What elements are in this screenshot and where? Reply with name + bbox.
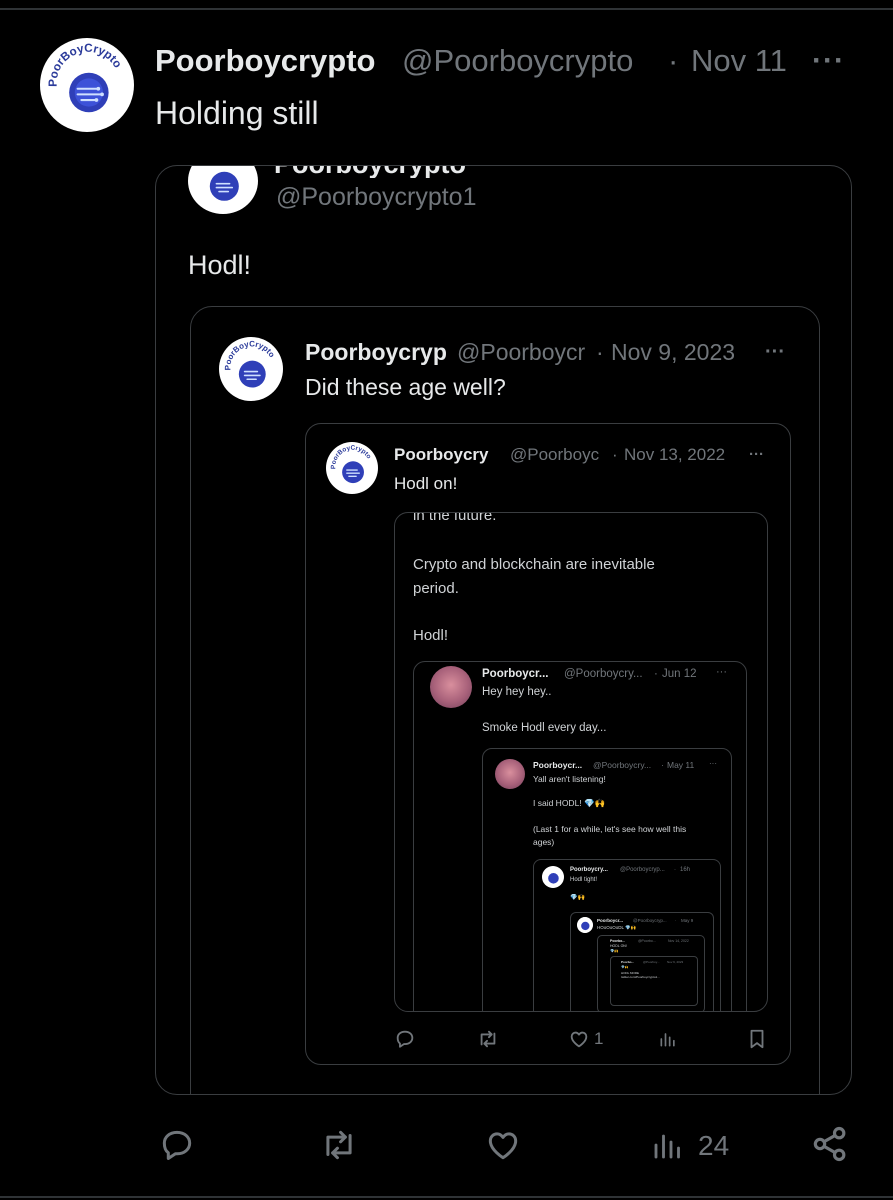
- quote2-avatar: PoorBoyCrypto: [219, 337, 283, 401]
- quoted-tweet-9: Poorbo... @Poorbo... Nov 14, 2022 HODL O…: [597, 935, 705, 1011]
- author-avatar[interactable]: PoorBoyCrypto: [40, 38, 134, 132]
- quoted-tweet-2[interactable]: PoorBoyCrypto Poorboycryp @Poorboycr · N…: [190, 306, 820, 1094]
- quote2-handle: @Poorboycr: [457, 339, 586, 365]
- quote2-more-icon: ···: [765, 341, 785, 363]
- quote9-line2: 💎🙌: [610, 949, 619, 953]
- reply-icon[interactable]: [394, 1028, 416, 1050]
- views-count: 24: [698, 1130, 730, 1161]
- like-icon[interactable]: [484, 1126, 522, 1164]
- quote6-line1: Yall aren't listening!: [533, 774, 606, 784]
- quote10-line3: twitter.com/Poorboycrypto1...: [621, 975, 660, 979]
- quote5-handle: @Poorboycry...: [564, 668, 643, 680]
- quote6-line2: I said HODL! 💎🙌: [533, 798, 606, 808]
- monkey-avatar-icon: [495, 759, 525, 789]
- retweet-icon[interactable]: [318, 1126, 360, 1164]
- quote6-more-icon: ···: [709, 759, 717, 768]
- quote4-line3: period.: [413, 580, 459, 597]
- quote8-avatar: [577, 917, 593, 933]
- quoted-tweet-6: Poorboycr... @Poorboycry... · May 11 ···…: [482, 748, 732, 1011]
- quote6-display-name: Poorboycr...: [533, 760, 583, 770]
- quote4-line-clipped: in the future.: [413, 512, 497, 524]
- quote4-line4: Hodl!: [413, 627, 449, 644]
- quote2-display-name: Poorboycryp: [305, 339, 447, 365]
- quote8-display-name: Poorboycr...: [597, 918, 624, 923]
- tweet-text: Holding still: [155, 95, 319, 131]
- quote10-date: Nov 9, 2023: [667, 960, 684, 964]
- quote3-avatar: PoorBoyCrypto: [326, 442, 378, 494]
- monkey-avatar-icon: [430, 666, 472, 708]
- tweet-date[interactable]: Nov 11: [691, 42, 787, 80]
- quote8-line1: HOoOoOoDL 💎🙌: [597, 925, 637, 930]
- author-handle[interactable]: @Poorboycrypto: [402, 42, 664, 80]
- quoted-tweet-7: Poorboycry... @Poorboycryp... · 16h Hodl…: [533, 859, 721, 1011]
- quote6-line4: ages): [533, 837, 555, 847]
- quote7-handle: @Poorboycryp...: [620, 867, 665, 873]
- quote6-line3: (Last 1 for a while, let's see how well …: [533, 824, 687, 834]
- quote6-date: May 11: [667, 760, 695, 770]
- quote9-date: Nov 14, 2022: [668, 939, 689, 943]
- bookmark-icon[interactable]: [746, 1028, 768, 1050]
- quote1-display-name-clipped: Poorboycrypto: [274, 166, 574, 178]
- quote7-separator: ·: [674, 867, 676, 873]
- quote2-text: Did these age well?: [305, 374, 506, 400]
- quote3-text: Hodl on!: [394, 474, 458, 493]
- quote3-date: Nov 13, 2022: [624, 445, 726, 464]
- quote5-line1: Hey hey hey..: [482, 686, 552, 698]
- quote10-display-name: Poorbo...: [621, 960, 634, 964]
- quote7-avatar: [542, 866, 564, 888]
- quote3-display-name: Poorboycry: [394, 445, 489, 464]
- poorboycrypto-logo-icon: PoorBoyCrypto: [326, 442, 378, 494]
- quoted-tweet-10: Poorbo... @Poorboy... Nov 9, 2023 💎🙌 HOD…: [610, 956, 698, 1006]
- quote1-handle: @Poorboycrypto1: [276, 183, 477, 211]
- quote7-line2: 💎🙌: [570, 895, 585, 901]
- quote3-like-count: 1: [594, 1029, 604, 1048]
- like-icon[interactable]: [568, 1028, 590, 1050]
- quote5-more-icon: ···: [716, 666, 727, 678]
- quote3-more-icon: ···: [749, 446, 764, 463]
- quoted-tweet-4: in the future. Crypto and blockchain are…: [394, 512, 768, 1012]
- poorboycrypto-logo-icon: [190, 166, 256, 214]
- quote8-separator: ·: [675, 918, 677, 923]
- top-divider: [0, 8, 893, 10]
- poorboycrypto-logo-icon: [542, 866, 564, 888]
- quote10-handle: @Poorboy...: [643, 960, 660, 964]
- quote1-avatar: [188, 166, 258, 214]
- quote1-text: Hodl!: [188, 250, 252, 280]
- quote6-handle: @Poorboycry...: [593, 760, 652, 770]
- quote5-date: Jun 12: [662, 668, 697, 680]
- quote5-separator: ·: [654, 668, 658, 680]
- quote10-line1: 💎🙌: [621, 965, 629, 969]
- quote3-separator: ·: [612, 445, 618, 464]
- more-options-button[interactable]: ···: [812, 42, 845, 80]
- quote5-line2: Smoke Hodl every day...: [482, 722, 607, 734]
- quoted-tweet-5: Poorboycr... @Poorboycry... · Jun 12 ···…: [413, 661, 747, 1011]
- quote5-display-name: Poorboycr...: [482, 668, 549, 680]
- quote8-handle: @Poorboycryp...: [633, 918, 667, 923]
- reply-icon[interactable]: [158, 1126, 196, 1164]
- quoted-tweet-3[interactable]: PoorBoyCrypto Poorboycry @Poorboyc · Nov…: [305, 423, 791, 1065]
- author-display-name[interactable]: Poorboycrypto: [155, 42, 393, 80]
- quote7-date: 16h: [680, 867, 691, 873]
- views-icon[interactable]: [658, 1028, 678, 1050]
- date-separator: ·: [668, 43, 679, 78]
- views-icon[interactable]: [650, 1126, 686, 1164]
- poorboycrypto-logo-icon: [577, 917, 593, 933]
- quote7-display-name: Poorboycry...: [570, 867, 608, 873]
- poorboycrypto-logo-icon: PoorBoyCrypto: [219, 337, 283, 401]
- share-icon[interactable]: [810, 1124, 850, 1164]
- quote8-date: May 9: [681, 918, 694, 923]
- quoted-tweet-1[interactable]: Poorboycrypto @Poorboycrypto1 Hodl! Poor…: [155, 165, 852, 1095]
- quote4-line2: Crypto and blockchain are inevitable: [413, 556, 655, 573]
- poorboycrypto-logo-icon: PoorBoyCrypto: [40, 38, 134, 132]
- quote9-handle: @Poorbo...: [638, 939, 656, 943]
- quote2-separator: ·: [596, 339, 604, 365]
- quote6-separator: ·: [661, 760, 664, 770]
- bottom-divider: [0, 1196, 893, 1198]
- quote2-date: Nov 9, 2023: [611, 339, 736, 365]
- retweet-icon[interactable]: [476, 1028, 500, 1050]
- quote3-handle: @Poorboyc: [510, 445, 600, 464]
- quoted-tweet-8: Poorboycr... @Poorboycryp... · May 9 HOo…: [570, 912, 714, 1011]
- quote7-line1: Hodl tight!: [570, 877, 598, 883]
